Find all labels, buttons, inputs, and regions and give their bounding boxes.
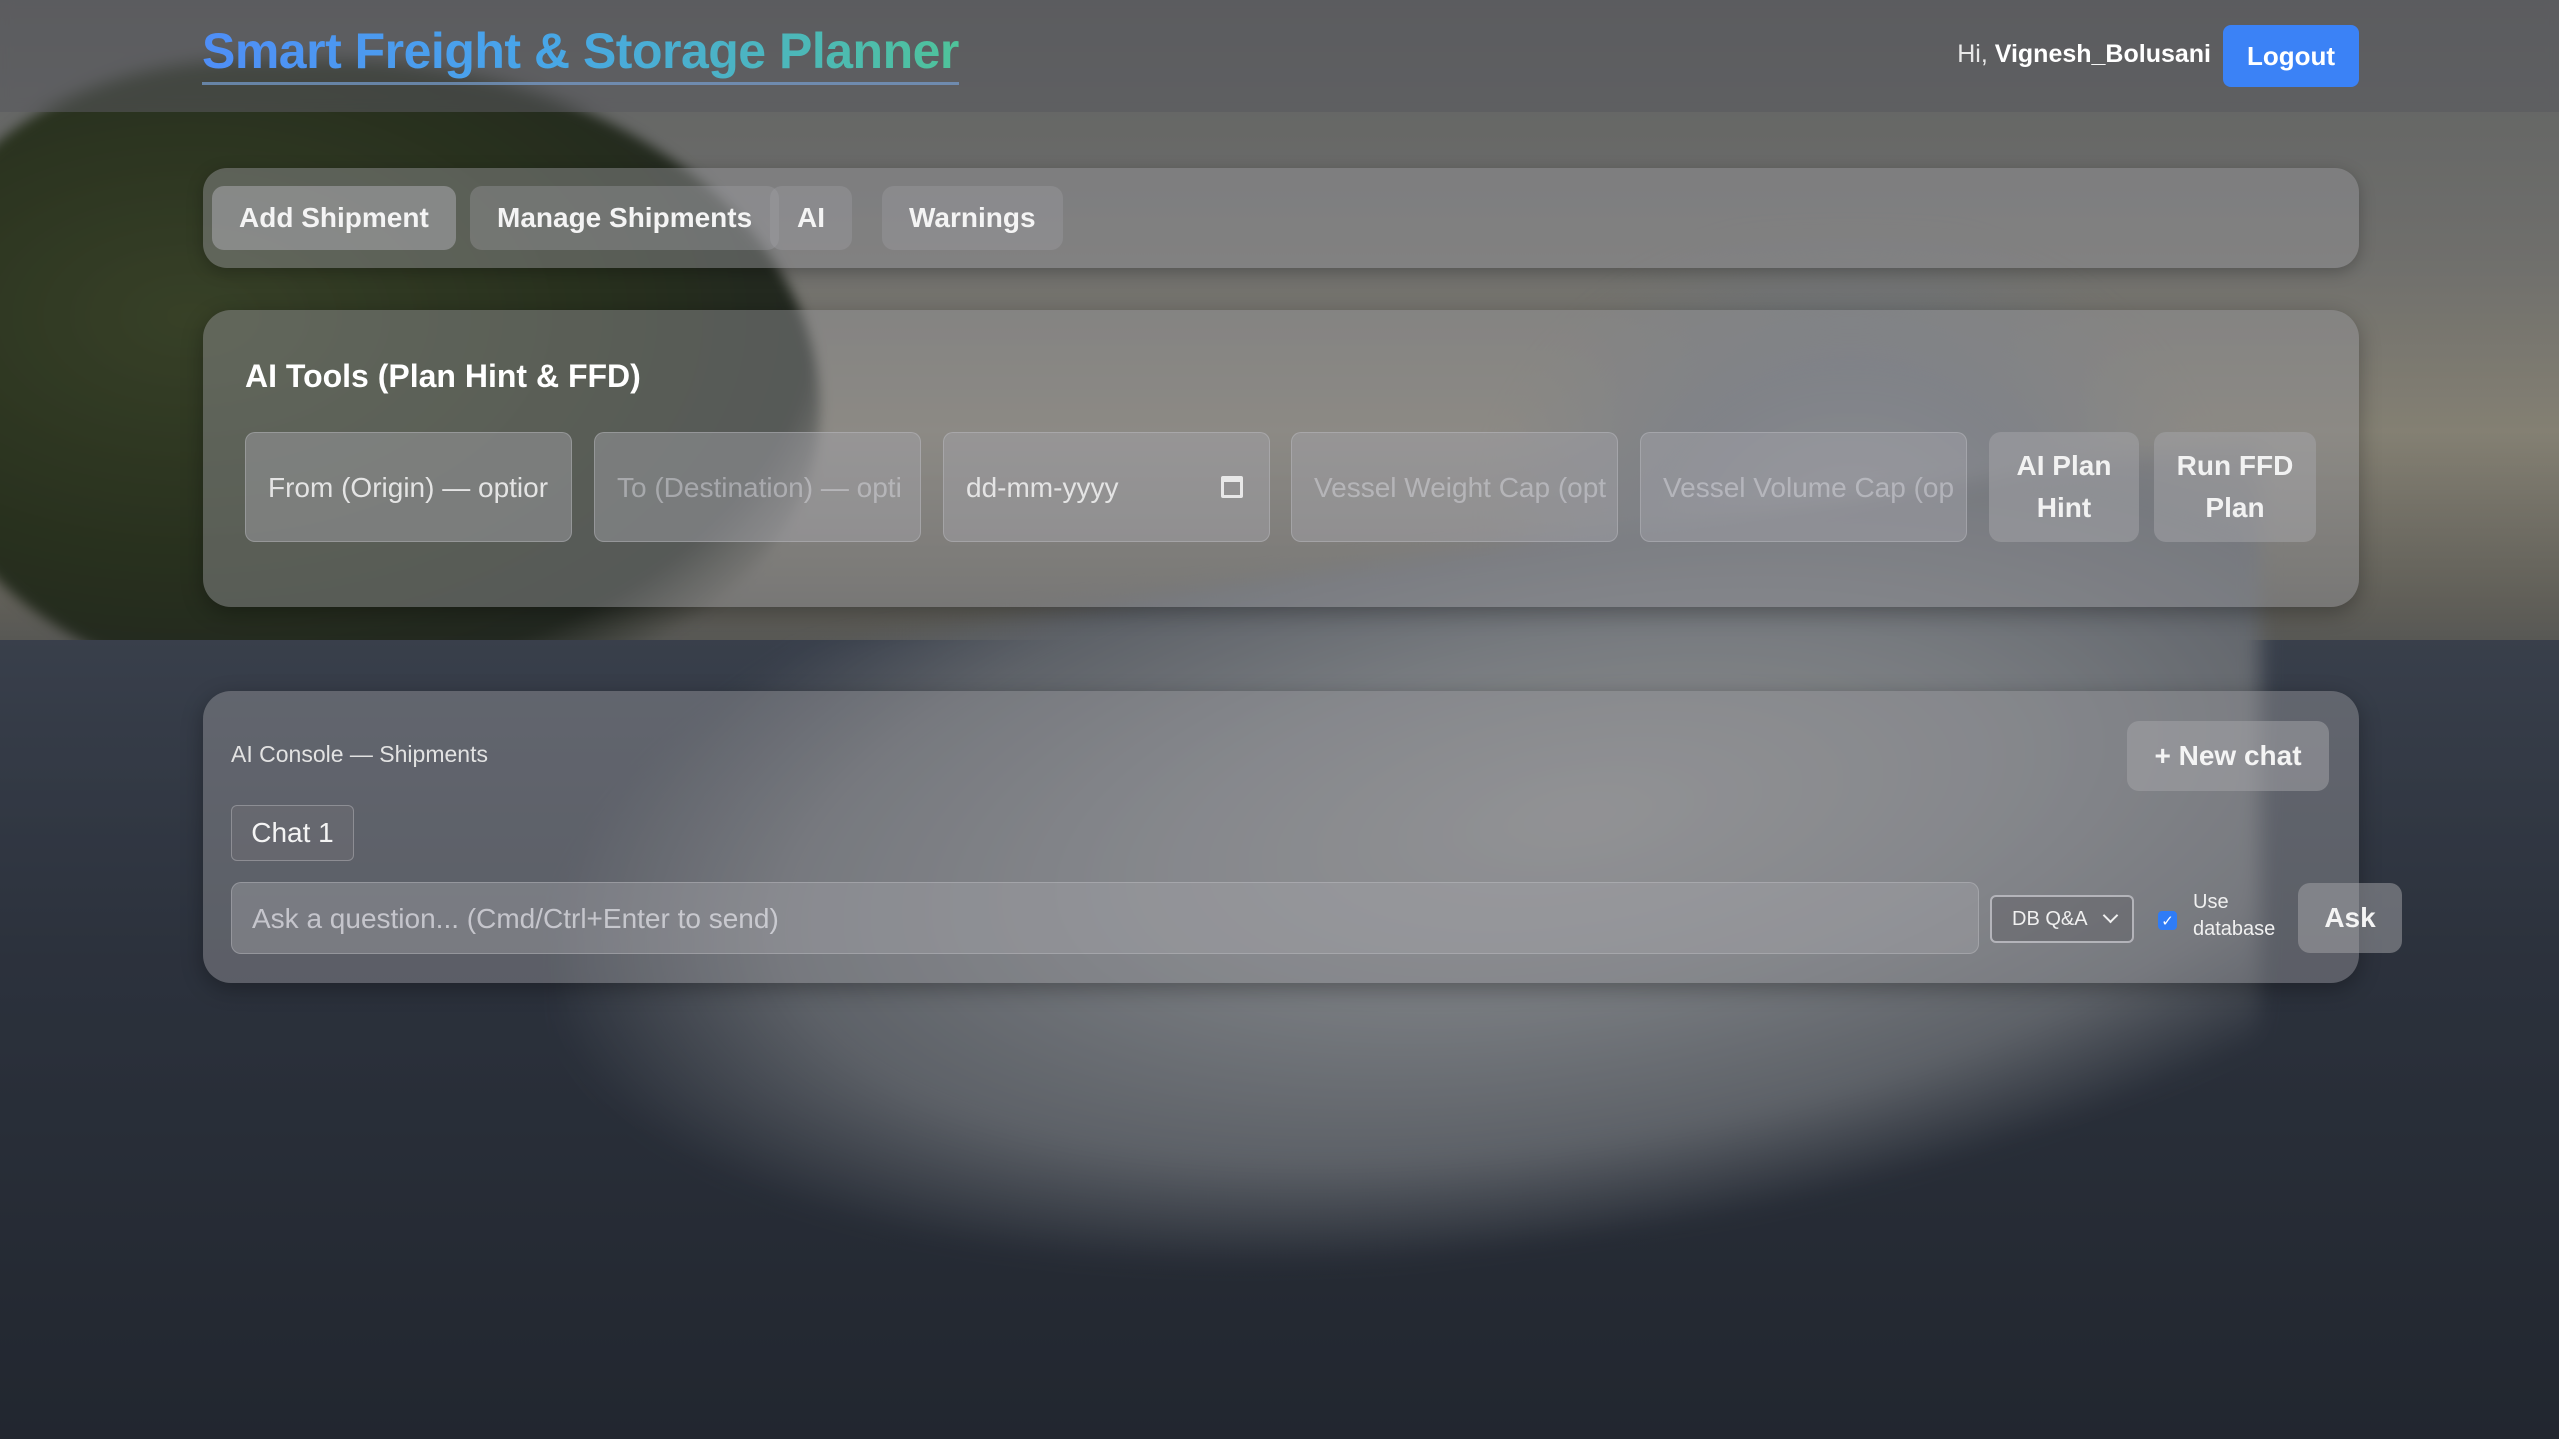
use-database-label: Use database — [2193, 891, 2276, 940]
calendar-icon[interactable] — [1221, 476, 1243, 498]
date-input[interactable]: dd-mm-yyyy — [943, 432, 1270, 542]
checkmark-icon: ✓ — [2161, 912, 2174, 930]
tab-add-shipment[interactable]: Add Shipment — [212, 186, 456, 250]
date-placeholder: dd-mm-yyyy — [966, 472, 1119, 503]
vessel-weight-input[interactable]: Vessel Weight Cap (opt — [1291, 432, 1618, 542]
ai-tools-panel: AI Tools (Plan Hint & FFD) From (Origin)… — [203, 310, 2359, 607]
ai-console-panel: AI Console — Shipments + New chat Chat 1… — [203, 691, 2402, 983]
page: Smart Freight & Storage Planner Hi, Vign… — [0, 0, 2559, 1439]
chat-tab[interactable]: Chat 1 — [231, 805, 354, 861]
origin-input[interactable]: From (Origin) — optior — [245, 432, 572, 542]
vessel-volume-input[interactable]: Vessel Volume Cap (op — [1640, 432, 1967, 542]
tab-warnings[interactable]: Warnings — [882, 186, 1063, 250]
user-greeting: Hi, Vignesh_Bolusani — [1957, 40, 2211, 69]
username: Vignesh_Bolusani — [1994, 40, 2211, 68]
logout-button[interactable]: Logout — [2223, 25, 2359, 87]
main-tabs: Add Shipment Manage Shipments AI Warning… — [203, 168, 2359, 268]
console-label: AI Console — Shipments — [231, 741, 488, 767]
tab-manage-shipments[interactable]: Manage Shipments — [470, 186, 780, 250]
ask-button[interactable]: Ask — [2298, 883, 2402, 953]
mode-selected-value: DB Q&A — [2012, 907, 2088, 930]
ai-plan-hint-button[interactable]: AI Plan Hint — [1989, 432, 2139, 542]
destination-input[interactable]: To (Destination) — opti — [594, 432, 921, 542]
question-input[interactable]: Ask a question... (Cmd/Ctrl+Enter to sen… — [231, 882, 1979, 954]
run-ffd-plan-button[interactable]: Run FFD Plan — [2154, 432, 2316, 542]
top-bar: Smart Freight & Storage Planner Hi, Vign… — [0, 0, 2559, 112]
app-title: Smart Freight & Storage Planner — [202, 22, 959, 85]
use-database-checkbox[interactable]: ✓ — [2158, 911, 2177, 930]
tab-ai[interactable]: AI — [770, 186, 852, 250]
ai-tools-title: AI Tools (Plan Hint & FFD) — [245, 358, 641, 394]
mode-select[interactable]: DB Q&A — [1990, 895, 2134, 943]
chevron-down-icon — [2102, 907, 2119, 924]
greeting-prefix: Hi, — [1957, 40, 1988, 68]
new-chat-button[interactable]: + New chat — [2127, 721, 2329, 791]
